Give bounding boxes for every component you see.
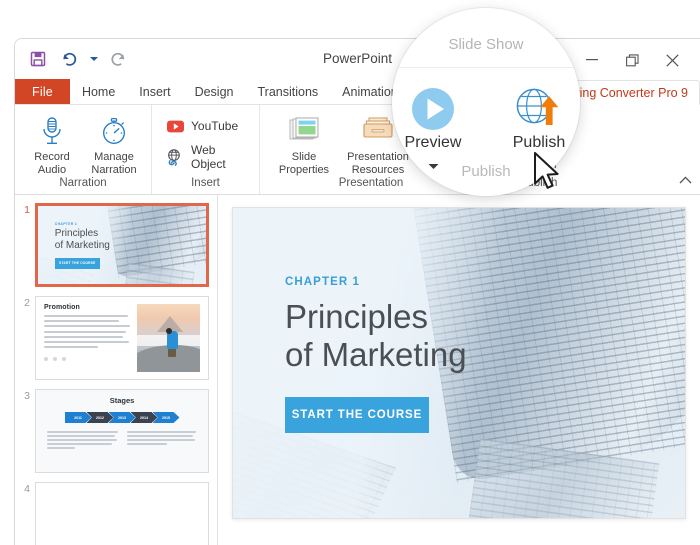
- magnified-preview-label: Preview: [404, 134, 462, 151]
- slide-2-body-lines: [44, 315, 131, 349]
- thumbnail-number: 3: [24, 390, 30, 402]
- list-item[interactable]: 3 Stages 2011 2012 2013 2014 2015: [15, 389, 217, 482]
- slide-3-heading: Stages: [109, 396, 135, 405]
- slide-3-text-columns: [43, 431, 201, 451]
- powerpoint-window: PowerPoint File Home Insert Design Trans…: [14, 38, 700, 545]
- youtube-icon: [166, 117, 184, 135]
- slide-properties-label-line1: Slide: [291, 151, 317, 163]
- slide-2-heading: Promotion: [44, 304, 80, 311]
- slide-properties-button[interactable]: Slide Properties: [268, 111, 340, 176]
- slide-1-artwork-large: CHAPTER 1 Principles of Marketing START …: [233, 208, 685, 518]
- presentation-resources-icon: [362, 114, 394, 148]
- thumbnail-number: 1: [24, 204, 30, 216]
- current-slide[interactable]: CHAPTER 1 Principles of Marketing START …: [232, 207, 686, 519]
- manage-narration-label-line2: Narration: [91, 163, 137, 176]
- work-area: 1 CHAPTER 1 Principles of Marketing STAR…: [15, 195, 700, 545]
- web-object-icon: [166, 148, 184, 166]
- record-audio-button[interactable]: Record Audio: [23, 111, 81, 176]
- list-item[interactable]: 1 CHAPTER 1 Principles of Marketing STAR…: [15, 203, 217, 296]
- slide-1-title: Principles of Marketing: [55, 228, 110, 251]
- list-item[interactable]: 2 Promotion: [15, 296, 217, 389]
- microphone-icon: [39, 114, 65, 148]
- ribbon: Record Audio Manage Narration Narration …: [15, 105, 700, 195]
- slide-editor-pane: CHAPTER 1 Principles of Marketing START …: [218, 195, 700, 545]
- thumbnail-number: 4: [24, 483, 30, 495]
- slide-2-artwork: Promotion: [36, 297, 208, 379]
- slide-1-title-line2: of Marketing: [54, 239, 110, 251]
- tab-insert[interactable]: Insert: [127, 79, 182, 104]
- tab-design[interactable]: Design: [183, 79, 246, 104]
- slide-3-timeline: 2011 2012 2013 2014 2015: [43, 412, 201, 423]
- slide-title: Principles of Marketing: [285, 298, 467, 375]
- slide-thumbnail-2[interactable]: Promotion: [35, 296, 209, 380]
- slide-chapter-label: CHAPTER 1: [284, 276, 361, 289]
- slide-thumbnail-1[interactable]: CHAPTER 1 Principles of Marketing START …: [35, 203, 209, 287]
- thumbnail-number: 2: [24, 297, 30, 309]
- ribbon-group-label-insert: Insert: [191, 177, 220, 189]
- tab-transitions[interactable]: Transitions: [245, 79, 330, 104]
- slide-1-artwork: CHAPTER 1 Principles of Marketing START …: [38, 206, 206, 284]
- slide-1-cta-button: START THE COURSE: [54, 257, 100, 269]
- insert-youtube-label: YouTube: [191, 119, 239, 133]
- slide-cta-button[interactable]: START THE COURSE: [284, 396, 429, 433]
- divider: [392, 67, 580, 68]
- list-item[interactable]: 4: [15, 482, 217, 545]
- slide-2-photo: [137, 304, 200, 372]
- mouse-pointer-icon: [533, 152, 565, 199]
- record-audio-label-line2: Audio: [37, 163, 67, 176]
- record-audio-label-line1: Record: [34, 151, 70, 163]
- publish-globe-icon: [514, 86, 564, 132]
- slide-properties-icon: [287, 114, 321, 148]
- slide-properties-label-line2: Properties: [278, 163, 330, 176]
- ribbon-group-label-narration: Narration: [59, 177, 107, 189]
- insert-web-object-label: Web Object: [191, 143, 226, 171]
- window-controls: [574, 49, 690, 71]
- screenshot-root: PowerPoint File Home Insert Design Trans…: [0, 0, 700, 545]
- magnified-publish-label: Publish: [512, 134, 566, 151]
- slide-title-line2: of Marketing: [284, 336, 467, 374]
- close-icon[interactable]: [654, 49, 690, 71]
- ribbon-group-narration: Record Audio Manage Narration Narration: [15, 105, 151, 194]
- slide-1-title-line1: Principles: [54, 228, 99, 240]
- title-bar: PowerPoint: [15, 39, 700, 79]
- timeline-step: 2011: [64, 412, 92, 423]
- magnified-tab-slide-show: Slide Show: [448, 36, 524, 53]
- slide-3-artwork: Stages 2011 2012 2013 2014 2015: [36, 390, 208, 472]
- ribbon-tab-strip: File Home Insert Design Transitions Anim…: [15, 79, 700, 105]
- slide-title-line1: Principles: [284, 298, 429, 336]
- restore-icon[interactable]: [614, 49, 650, 71]
- ribbon-group-insert: YouTube Web Object Insert: [151, 105, 259, 194]
- tab-file[interactable]: File: [15, 79, 70, 104]
- tab-home[interactable]: Home: [70, 79, 127, 104]
- tab-ispring-converter-pro[interactable]: ring Converter Pro 9: [563, 80, 700, 105]
- insert-youtube-button[interactable]: YouTube: [166, 117, 251, 135]
- slide-1-chapter-label: CHAPTER 1: [54, 222, 78, 227]
- manage-narration-button[interactable]: Manage Narration: [85, 111, 143, 176]
- manage-narration-label-line1: Manage: [94, 151, 134, 163]
- stopwatch-icon: [100, 114, 128, 148]
- slide-thumbnail-3[interactable]: Stages 2011 2012 2013 2014 2015: [35, 389, 209, 473]
- slide-thumbnail-pane[interactable]: 1 CHAPTER 1 Principles of Marketing STAR…: [15, 195, 218, 545]
- magnified-preview-button[interactable]: Preview: [394, 86, 472, 175]
- play-circle-icon: [410, 86, 456, 132]
- slide-2-dots: [44, 357, 131, 362]
- chevron-up-icon[interactable]: [679, 171, 692, 189]
- insert-web-object-button[interactable]: Web Object: [166, 143, 251, 171]
- slide-thumbnail-4[interactable]: [35, 482, 209, 545]
